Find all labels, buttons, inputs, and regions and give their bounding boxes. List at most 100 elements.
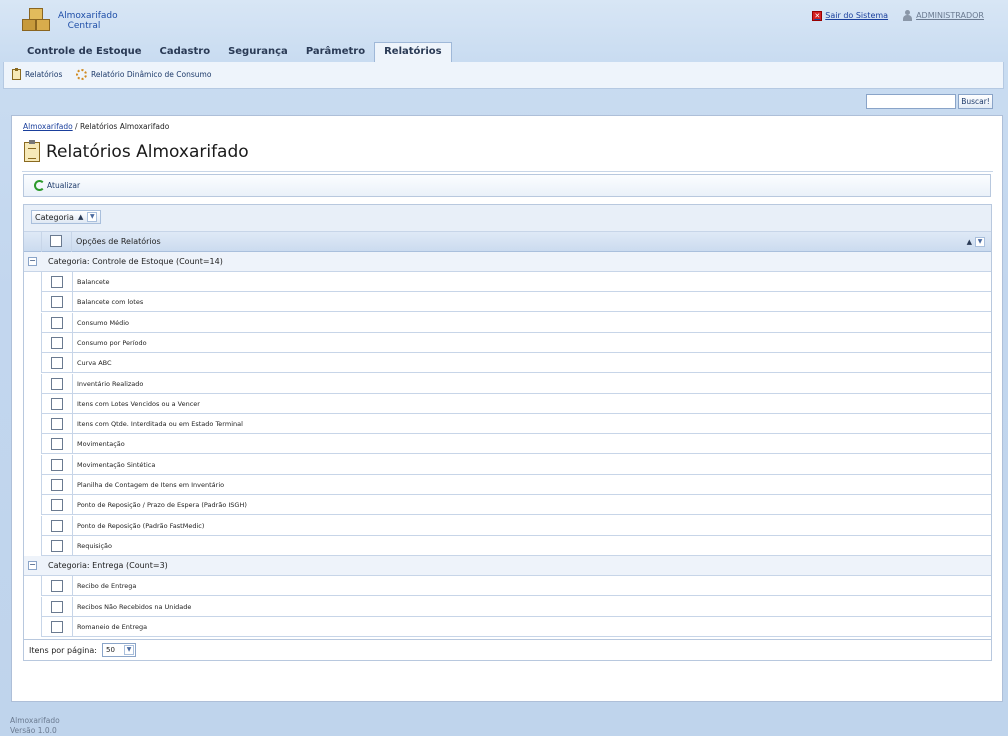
page-size-select[interactable]: 50 ▼ bbox=[102, 643, 136, 657]
row-checkbox[interactable] bbox=[51, 438, 63, 451]
row-checkbox[interactable] bbox=[51, 600, 63, 613]
column-divider bbox=[72, 373, 73, 394]
report-name: Requisição bbox=[77, 541, 113, 550]
table-row[interactable]: Recibo de Entrega bbox=[41, 576, 991, 597]
table-row[interactable]: Ponto de Reposição / Prazo de Espera (Pa… bbox=[41, 495, 991, 516]
row-checkbox[interactable] bbox=[51, 296, 63, 309]
column-divider bbox=[41, 232, 42, 252]
filter-dropdown-icon[interactable]: ▼ bbox=[87, 212, 98, 222]
logo-icon bbox=[22, 7, 54, 33]
table-row[interactable]: Consumo Médio bbox=[41, 312, 991, 333]
report-name: Planilha de Contagem de Itens em Inventá… bbox=[77, 481, 225, 489]
tab-seguranca[interactable]: Segurança bbox=[219, 42, 297, 62]
row-checkbox[interactable] bbox=[51, 519, 63, 532]
table-row[interactable]: Balancete com lotes bbox=[41, 292, 991, 313]
refresh-icon bbox=[34, 180, 45, 191]
row-checkbox[interactable] bbox=[51, 397, 63, 410]
row-checkbox[interactable] bbox=[51, 499, 63, 512]
category-label: Categoria: Controle de Estoque (Count=14… bbox=[48, 257, 223, 266]
report-name: Ponto de Reposição / Prazo de Espera (Pa… bbox=[77, 501, 247, 510]
column-header-controls: ▲ ▼ bbox=[967, 237, 985, 247]
column-divider bbox=[72, 312, 73, 333]
search-input[interactable] bbox=[866, 94, 956, 109]
exit-link[interactable]: ✕ Sair do Sistema bbox=[812, 10, 889, 21]
report-name: Itens com Qtde. Interditada ou em Estado… bbox=[77, 420, 243, 429]
select-all-checkbox[interactable] bbox=[50, 235, 62, 247]
exit-icon: ✕ bbox=[812, 10, 823, 21]
table-row[interactable]: Consumo por Período bbox=[41, 332, 991, 353]
refresh-button[interactable]: Atualizar bbox=[34, 180, 80, 191]
table-row[interactable]: Movimentação bbox=[41, 434, 991, 455]
sub-nav-label: Relatórios bbox=[25, 70, 63, 79]
row-checkbox[interactable] bbox=[51, 316, 63, 329]
table-row[interactable]: Planilha de Contagem de Itens em Inventá… bbox=[41, 475, 991, 495]
column-divider bbox=[72, 393, 73, 414]
search-button[interactable]: Buscar! bbox=[958, 94, 993, 109]
report-name: Recibos Não Recebidos na Unidade bbox=[77, 602, 192, 611]
row-checkbox[interactable] bbox=[51, 377, 63, 390]
user-link[interactable]: ADMINISTRADOR bbox=[902, 10, 984, 21]
group-by-panel: Categoria ▲ ▼ bbox=[24, 205, 991, 232]
sub-nav-relatorios[interactable]: Relatórios bbox=[12, 68, 63, 80]
row-checkbox[interactable] bbox=[51, 458, 63, 471]
table-row[interactable]: Romaneio de Entrega bbox=[41, 616, 991, 637]
filter-dropdown-icon[interactable]: ▼ bbox=[975, 237, 985, 247]
grid-header: Opções de Relatórios ▲ ▼ bbox=[24, 232, 991, 252]
group-by-chip[interactable]: Categoria ▲ ▼ bbox=[31, 210, 102, 224]
row-checkbox[interactable] bbox=[51, 479, 63, 491]
content-panel: Almoxarifado / Relatórios Almoxarifado R… bbox=[11, 115, 1003, 702]
table-row[interactable]: Movimentação Sintética bbox=[41, 454, 991, 475]
sort-asc-icon: ▲ bbox=[77, 213, 84, 221]
column-divider bbox=[72, 576, 73, 597]
collapse-icon[interactable]: − bbox=[28, 561, 37, 571]
table-row[interactable]: Curva ABC bbox=[41, 353, 991, 374]
column-header-label[interactable]: Opções de Relatórios bbox=[76, 237, 161, 246]
pager: Itens por página: 50 ▼ bbox=[24, 639, 991, 660]
breadcrumb-separator: / bbox=[72, 122, 80, 131]
table-row[interactable]: Ponto de Reposição (Padrão FastMedic) bbox=[41, 515, 991, 536]
category-label: Categoria: Entrega (Count=3) bbox=[48, 561, 168, 571]
refresh-label: Atualizar bbox=[47, 181, 81, 190]
chevron-down-icon[interactable]: ▼ bbox=[124, 645, 134, 655]
column-divider bbox=[72, 353, 73, 374]
table-row[interactable]: Recibos Não Recebidos na Unidade bbox=[41, 596, 991, 617]
reports-grid: Categoria ▲ ▼ Opções de Relatórios ▲ ▼ −… bbox=[23, 204, 992, 661]
row-checkbox[interactable] bbox=[51, 580, 63, 593]
column-divider bbox=[72, 596, 73, 617]
breadcrumb-current: Relatórios Almoxarifado bbox=[79, 122, 170, 131]
tab-relatorios[interactable]: Relatórios bbox=[374, 42, 452, 62]
row-checkbox[interactable] bbox=[51, 357, 63, 370]
report-name: Itens com Lotes Vencidos ou a Vencer bbox=[77, 399, 200, 408]
tab-cadastro[interactable]: Cadastro bbox=[151, 42, 220, 62]
header: Almoxarifado Central ✕ Sair do Sistema A… bbox=[0, 0, 1008, 62]
row-checkbox[interactable] bbox=[51, 539, 63, 552]
table-row[interactable]: Requisição bbox=[41, 535, 991, 556]
report-name: Consumo Médio bbox=[77, 318, 130, 327]
sort-asc-icon[interactable]: ▲ bbox=[967, 238, 972, 246]
table-row[interactable]: Balancete bbox=[41, 272, 991, 292]
collapse-icon[interactable]: − bbox=[28, 257, 37, 266]
tab-controle-de-estoque[interactable]: Controle de Estoque bbox=[18, 42, 151, 62]
clipboard-icon bbox=[24, 140, 40, 162]
tab-parametro[interactable]: Parâmetro bbox=[297, 42, 374, 62]
row-checkbox[interactable] bbox=[51, 418, 63, 431]
table-row[interactable]: Inventário Realizado bbox=[41, 373, 991, 394]
report-name: Romaneio de Entrega bbox=[77, 622, 148, 631]
report-name: Curva ABC bbox=[77, 359, 112, 368]
row-checkbox[interactable] bbox=[51, 276, 63, 288]
row-checkbox[interactable] bbox=[51, 336, 63, 349]
breadcrumb: Almoxarifado / Relatórios Almoxarifado bbox=[23, 122, 169, 131]
category-group-row: − Categoria: Entrega (Count=3) bbox=[24, 556, 991, 577]
report-name: Balancete bbox=[77, 278, 110, 286]
table-row[interactable]: Itens com Qtde. Interditada ou em Estado… bbox=[41, 414, 991, 435]
exit-label: Sair do Sistema bbox=[825, 11, 889, 20]
page-title-text: Relatórios Almoxarifado bbox=[46, 142, 249, 162]
row-checkbox[interactable] bbox=[51, 620, 63, 633]
breadcrumb-root-link[interactable]: Almoxarifado bbox=[23, 122, 73, 131]
table-row[interactable]: Itens com Lotes Vencidos ou a Vencer bbox=[41, 393, 991, 414]
page-size-value: 50 bbox=[106, 646, 115, 654]
top-links: ✕ Sair do Sistema ADMINISTRADOR bbox=[812, 10, 984, 21]
sub-nav-relatorio-dinamico[interactable]: Relatório Dinâmico de Consumo bbox=[76, 69, 211, 80]
column-divider bbox=[72, 515, 73, 536]
gear-icon bbox=[76, 69, 87, 80]
